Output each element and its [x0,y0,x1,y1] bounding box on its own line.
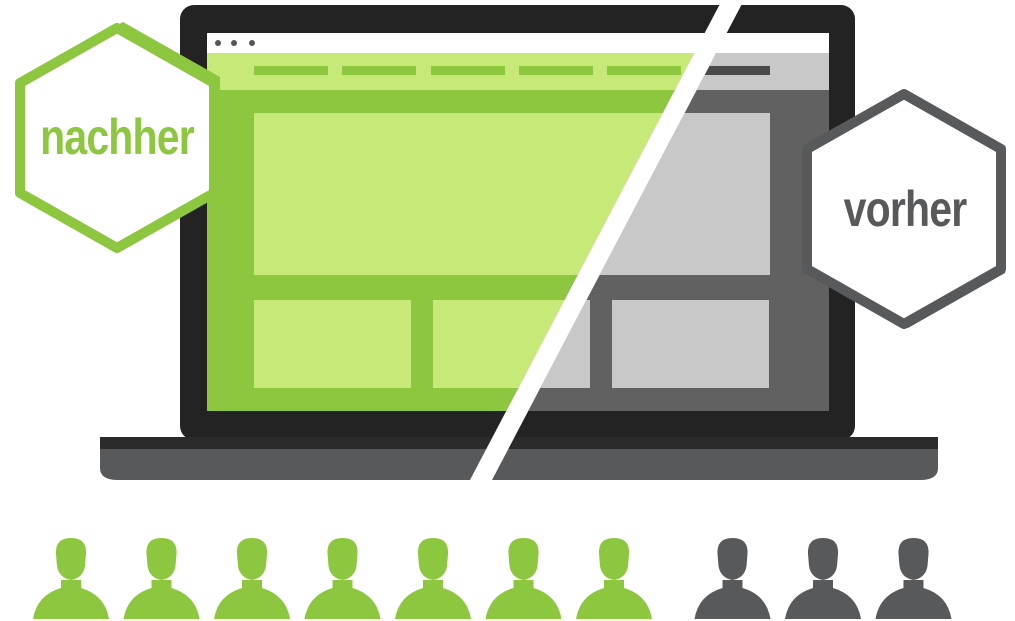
before-label: vorher [843,181,968,237]
window-dot-icon [249,40,255,46]
person-icon-gray [875,538,952,619]
person-icon-green [576,538,652,619]
person-icon-green [304,538,381,619]
laptop-comparison-graphic [15,0,1006,619]
person-icon-green [33,538,109,619]
person-icon-gray [785,538,861,619]
person-icon-green [485,538,562,619]
person-icon-green [214,538,290,619]
mock-content-block [254,300,411,388]
person-icon-gray [694,538,771,619]
person-icon-green [395,538,471,619]
person-icon-green [123,538,200,619]
after-label: nachher [40,109,195,165]
window-dot-icon [215,40,221,46]
laptop-base [100,449,938,480]
audience-row [33,538,952,619]
laptop-hinge [100,437,938,449]
window-dot-icon [231,40,237,46]
mock-content-block [612,300,769,388]
before-after-illustration: nachher vorher [0,0,1015,621]
browser-toolbar [207,33,829,53]
